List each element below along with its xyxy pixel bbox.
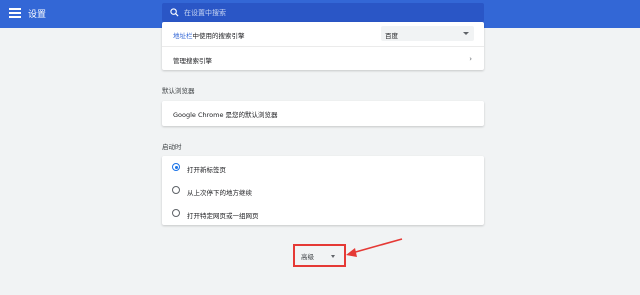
default-browser-card: Google Chrome 是您的默认浏览器 <box>162 101 484 126</box>
advanced-highlight-box: 高级 <box>293 244 346 267</box>
dropdown-caret-icon <box>463 32 469 35</box>
search-icon <box>170 8 179 17</box>
startup-title: 启动时 <box>162 143 182 151</box>
manage-search-engines-row[interactable]: 管理搜索引擎 › <box>162 46 484 70</box>
startup-card: 打开新标签页 从上次停下的地方继续 打开特定网页或一组网页 <box>162 156 484 225</box>
manage-search-engines-label: 管理搜索引擎 <box>173 57 212 65</box>
search-engine-select[interactable]: 百度 <box>381 26 474 41</box>
startup-option-new-tab[interactable]: 打开新标签页 <box>162 156 484 179</box>
search-input[interactable] <box>184 5 474 20</box>
chevron-right-icon: › <box>469 55 472 63</box>
advanced-button[interactable]: 高级 <box>301 251 314 261</box>
page-title: 设置 <box>28 10 47 20</box>
default-browser-title: 默认浏览器 <box>162 87 195 95</box>
startup-option-continue[interactable]: 从上次停下的地方继续 <box>162 179 484 202</box>
radio-unselected-icon[interactable] <box>172 209 180 217</box>
default-browser-status: Google Chrome 是您的默认浏览器 <box>173 111 278 119</box>
search-engine-value: 百度 <box>385 32 398 40</box>
annotation-arrow-icon <box>346 238 403 257</box>
startup-option-label: 从上次停下的地方继续 <box>187 189 252 197</box>
startup-option-label: 打开特定网页或一组网页 <box>187 212 259 220</box>
startup-option-label: 打开新标签页 <box>187 166 226 174</box>
hamburger-menu-icon[interactable] <box>9 8 21 20</box>
address-bar-link[interactable]: 地址栏 <box>173 32 193 40</box>
search-engine-card: 地址栏中使用的搜索引擎 百度 管理搜索引擎 › <box>162 22 484 70</box>
chevron-down-icon <box>331 255 335 258</box>
search-box[interactable] <box>162 3 484 22</box>
radio-selected-icon[interactable] <box>172 163 180 171</box>
search-engine-label: 中使用的搜索引擎 <box>192 32 245 40</box>
radio-unselected-icon[interactable] <box>172 186 180 194</box>
startup-option-specific-pages[interactable]: 打开特定网页或一组网页 <box>162 202 484 225</box>
search-engine-row: 地址栏中使用的搜索引擎 百度 <box>162 22 484 46</box>
